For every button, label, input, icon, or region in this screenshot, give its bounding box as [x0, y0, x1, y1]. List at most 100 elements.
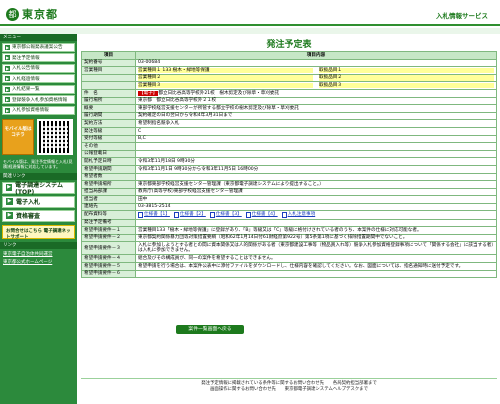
row-label: 契約番号	[81, 58, 136, 68]
row-label: 希望申請場所	[81, 180, 136, 189]
sidebar-item-label: 発注予定情報	[12, 55, 40, 61]
file-link-spec-2[interactable]: 仕様書【2】	[173, 212, 206, 219]
row-value: 東京都契約関係暴力団等対策措置要綱（昭和62年1月14日付61財経庶第922号）…	[135, 233, 497, 243]
row-label: 契約方法	[81, 119, 136, 128]
logo-text: 東京都	[22, 8, 58, 21]
table-row: 希望申請要件－６	[81, 269, 497, 279]
file-link-spec-4[interactable]: 仕様書【4】	[245, 212, 278, 219]
row-value: 教育庁(高等学校)東部学校経営支援センター管理課	[138, 189, 243, 195]
sidebar-item-qualification-review[interactable]: ▶ 資格審査	[2, 209, 75, 222]
row-label: 希望申請要件－３	[81, 241, 136, 256]
service-title: 入札情報サービス	[436, 12, 488, 20]
table-row: 希望申請要件－２ 東京都契約関係暴力団等対策措置要綱（昭和62年1月14日付61財…	[81, 233, 497, 243]
table-row: 希望申請要件－３ 入札に参加しようとする者との間に資本関係又は人的関係がある者（東…	[81, 241, 497, 256]
tokyo-logo[interactable]: 都 東京都	[6, 6, 58, 22]
document-icon	[209, 212, 215, 219]
page-footer: 発注予定情報に掲載されている条件等に関するお問い合わせ先 各局契約担当部署まで …	[81, 378, 497, 404]
sidebar-item-e-bidding[interactable]: ▶ 電子入札	[2, 195, 75, 208]
row-label: 発注予定備考	[81, 218, 136, 228]
table-header-row: 項目 項目内容	[81, 51, 497, 60]
row-label: 発注等級	[81, 126, 136, 136]
link-tokyo-e-gov[interactable]: 東京電子自治体共同運営	[3, 251, 74, 257]
table-row: 受付等級 B,C	[81, 134, 497, 144]
sidebar-item-label: 入札結果一覧	[12, 87, 40, 92]
table-row: 希望申請要件－１ 営業種目133「樹木・緑地等保護」に登録があり、「B」等級又は「…	[81, 226, 497, 235]
file-list: 仕様書【1】 仕様書【2】 仕様書【3】 仕様書【4】 入札注意事項	[138, 212, 494, 219]
document-icon	[281, 212, 287, 219]
row-value: C	[138, 128, 142, 134]
sidebar-item-label: 入札公告情報	[12, 66, 40, 71]
sidebar-item-label: 電子入札	[16, 199, 41, 207]
row-value: 東部学校経営支援センターが所管する都立学校の樹木剪定及び除草・草刈委託	[138, 105, 299, 111]
arrow-icon: ▶	[5, 65, 10, 71]
table-row: 履行期間 契約確定の日の翌日から令和4年3月31日まで	[81, 111, 497, 121]
row-extra-value: 取扱品目１	[319, 67, 494, 74]
file-link-spec-3[interactable]: 仕様書【3】	[209, 212, 242, 219]
row-value: 契約確定の日の翌日から令和4年3月31日まで	[138, 113, 233, 119]
row-value: 田中	[138, 196, 148, 202]
link-tokyo-official-site[interactable]: 東京都公式ホームページ	[3, 259, 74, 265]
row-value-pair: 営業種目３ 取扱品目３	[138, 82, 494, 89]
row-label: 希望申請要件－５	[81, 262, 136, 271]
sidebar-item-gazette[interactable]: ▶ 東京都公報発表議案公告	[2, 42, 75, 52]
row-label: 希望者数	[81, 172, 136, 182]
arrow-icon: ▶	[5, 44, 10, 50]
row-label	[81, 81, 136, 90]
table-row: 概要 東部学校経営支援センターが所管する都立学校の樹木剪定及び除草・草刈委託	[81, 104, 497, 113]
sidebar-item-bid-notice[interactable]: ▶ 入札公告情報	[2, 63, 75, 73]
row-label: 希望申請期間	[81, 164, 136, 174]
document-icon	[173, 212, 179, 219]
sidebar-links-heading: 関連リンク	[0, 172, 77, 180]
table-row: 配布資料等 仕様書【1】 仕様書【2】 仕様書【3】 仕様書【4】 入札注意事項	[81, 210, 497, 220]
mobile-version-button[interactable]: モバイル版はコチラ	[2, 118, 34, 155]
row-value: 東京都 都立日比谷高等学校外２１校	[138, 98, 217, 104]
arrow-icon: ▶	[6, 184, 13, 192]
row-label: 履行場所	[81, 96, 136, 106]
contact-support-banner[interactable]: お問合せはこちら 電子調達ネットサポート	[2, 224, 75, 240]
sidebar-item-label: 登録競争入札参加資格情報	[12, 97, 68, 103]
row-value-pair: 営業種目１ 133 樹木・緑地等保護 取扱品目１	[138, 67, 494, 74]
sidebar-item-label: 入札経過情報	[12, 76, 40, 82]
arrow-icon: ▶	[6, 198, 13, 206]
row-label: 概要	[81, 104, 136, 113]
table-row: 連絡先 03-3815-2514	[81, 202, 497, 212]
row-label: 件 名	[81, 88, 136, 98]
mobile-section: モバイル版はコチラ	[2, 118, 75, 155]
file-link-bid-notes[interactable]: 入札注意事項	[281, 212, 315, 219]
sidebar-item-label: 電子調達システム(TOP)	[15, 181, 63, 196]
arrow-icon: ▶	[5, 97, 10, 102]
tokyo-emblem-icon: 都	[6, 7, 19, 21]
table-row: 件 名【電子】都立日比谷高等学校外21校 樹木剪定及び除草・草刈委託	[81, 88, 497, 98]
row-value: B,C	[138, 136, 146, 142]
table-row: 希望申請期間 令和3年11月1日 9時30分から令和3年11月5日 16時00分	[81, 164, 497, 174]
sidebar-item-bid-progress[interactable]: ▶ 入札経過情報	[2, 74, 75, 83]
row-value	[135, 218, 497, 228]
row-value: 営業種目２	[138, 75, 313, 81]
sidebar-item-qualification-info[interactable]: ▶ 入札参加資格情報	[2, 105, 75, 115]
sidebar-item-order-plan[interactable]: ▶ 発注予定情報	[2, 53, 75, 62]
row-value-pair: 営業種目２ 取扱品目２	[138, 75, 494, 81]
row-label: 受付等級	[81, 134, 136, 144]
arrow-icon: ▶	[6, 212, 13, 220]
back-to-list-button[interactable]: 案件一覧画面へ戻る	[176, 325, 244, 334]
row-value: 03-3815-2514	[138, 204, 171, 210]
row-value: 営業種目１ 133 樹木・緑地等保護	[138, 67, 313, 74]
table-row: その他	[81, 142, 497, 151]
table-row: 営業種目２ 取扱品目２	[81, 73, 497, 83]
sidebar-item-e-procurement-top[interactable]: ▶ 電子調達システム(TOP)	[2, 181, 75, 196]
table-row: 開札予定日時 令和3年11月18日 9時30分	[81, 157, 497, 166]
sidebar-item-bid-results[interactable]: ▶ 入札結果一覧	[2, 84, 75, 94]
table-row: 希望申請要件－５ 希望申請を行う場合は、本案件公表中に添付ファイルをダウンロードし…	[81, 262, 497, 271]
row-value: 東京都東部学校経営支援センター管理課（東京都電子調達システムにより提出すること。…	[138, 181, 324, 187]
file-link-spec-1[interactable]: 仕様書【1】	[138, 212, 170, 219]
row-value: 営業種目３	[138, 82, 313, 89]
arrow-icon: ▶	[5, 107, 10, 113]
sidebar-footer-heading: リンク	[0, 241, 77, 249]
row-value: 令和3年11月18日 9時30分	[138, 158, 195, 164]
table-row: 希望申請場所 東京都東部学校経営支援センター管理課（東京都電子調達システムにより提…	[81, 180, 497, 189]
mobile-note: モバイル版は、発注予定情報と入札(見積)経過情報に対応しています。	[3, 158, 73, 169]
table-row: 発注等級 C	[81, 126, 497, 136]
row-value: 組合及びその構成員が、同一の案件を希望することはできません。	[135, 254, 497, 264]
sidebar-item-qualification-registry[interactable]: ▶ 登録競争入札参加資格情報	[2, 95, 75, 104]
row-label	[81, 73, 136, 83]
